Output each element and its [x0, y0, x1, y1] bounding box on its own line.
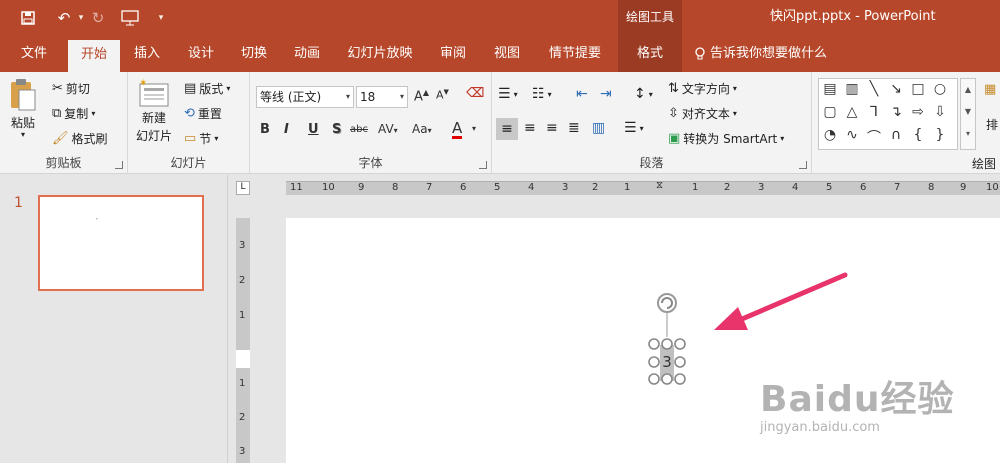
baidu-watermark: Baidu经验 jingyan.baidu.com — [760, 370, 954, 435]
powerpoint-window: ↶ ▾ ↻ ▾ 绘图工具 快闪ppt.pptx - PowerPoint 文件 … — [0, 0, 1000, 463]
textbox-content[interactable]: 3 — [659, 353, 675, 371]
watermark-logo: Baidu经验 — [760, 379, 955, 420]
rotate-handle-icon[interactable] — [657, 293, 677, 313]
watermark-url: jingyan.baidu.com — [760, 420, 880, 435]
annotation-arrow-head — [714, 307, 748, 330]
annotation-arrow-shaft — [732, 272, 848, 325]
